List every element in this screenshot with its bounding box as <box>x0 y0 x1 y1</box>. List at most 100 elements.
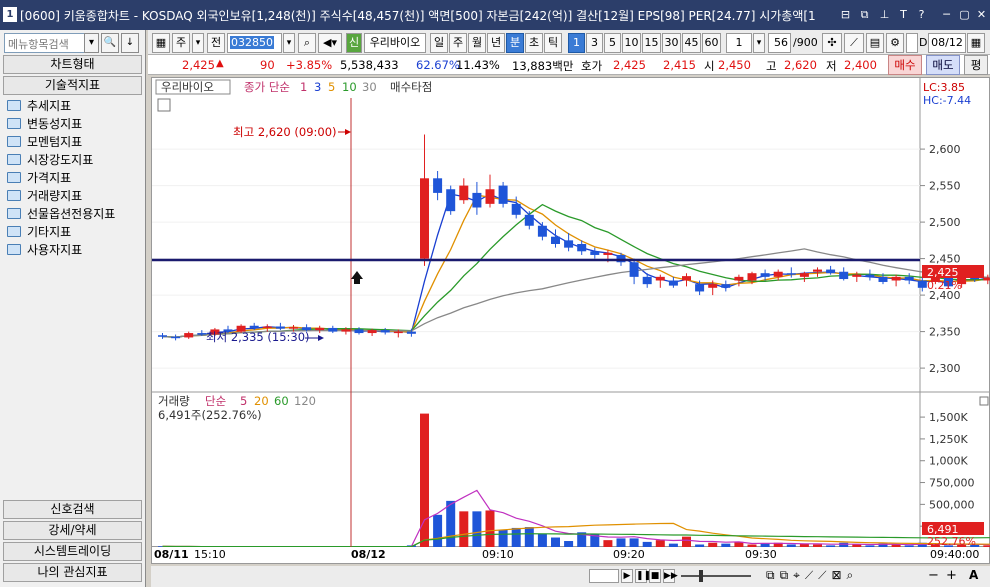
buy-button[interactable]: 매수 <box>888 55 922 75</box>
tab-tick[interactable]: 틱 <box>544 33 562 53</box>
chart-type-header[interactable]: 차트형태 <box>3 55 142 74</box>
price-legend-name[interactable]: 우리바이오 <box>161 80 214 94</box>
time-label-4: 09:30 <box>745 548 777 561</box>
trade-amount: 13,883백만 <box>512 59 574 73</box>
ma-5-legend[interactable]: 5 <box>328 80 335 94</box>
window-toolbar-button-2[interactable]: ⧉ <box>857 7 872 22</box>
minute-option-5[interactable]: 5 <box>604 33 621 53</box>
candle-body <box>472 192 482 208</box>
tab-year[interactable]: 년 <box>487 33 505 53</box>
period-unit-dropdown-icon[interactable]: ▾ <box>192 33 204 53</box>
font-icon[interactable]: A <box>969 568 978 582</box>
scroll-track[interactable] <box>589 569 619 583</box>
pin-icon[interactable]: ⊥ <box>877 7 892 22</box>
tab-week[interactable]: 주 <box>449 33 467 53</box>
minimize-button[interactable]: ─ <box>939 7 954 22</box>
maximize-button[interactable]: ▢ <box>957 7 972 22</box>
candle-body <box>380 330 390 333</box>
date-input[interactable]: 08/12 <box>928 33 966 53</box>
close-button[interactable]: ✕ <box>974 7 989 22</box>
vma-5-legend[interactable]: 5 <box>240 394 247 408</box>
minute-option-3[interactable]: 3 <box>586 33 603 53</box>
panel-settings-icon[interactable] <box>157 98 171 112</box>
chart-svg[interactable]: 2,3002,3502,4002,4502,5002,5502,600 250,… <box>152 78 990 548</box>
period-unit-select[interactable]: 주 <box>172 33 190 53</box>
price-legend-ma-label[interactable]: 종가 단순 <box>244 80 290 94</box>
layout-icon[interactable]: ▦ <box>152 33 170 53</box>
save-icon[interactable]: ▤ <box>866 33 884 53</box>
play-icon[interactable]: ▶ <box>621 569 633 583</box>
tree-item-futures-options[interactable]: 선물옵션전용지표 <box>3 204 142 222</box>
minute-option-15[interactable]: 15 <box>642 33 661 53</box>
tree-item-other[interactable]: 기타지표 <box>3 222 142 240</box>
stop-icon[interactable]: ■ <box>649 569 661 583</box>
calendar-icon[interactable]: ▦ <box>967 33 985 53</box>
minute-option-30[interactable]: 30 <box>662 33 681 53</box>
tree-item-market-strength[interactable]: 시장강도지표 <box>3 150 142 168</box>
font-size-button[interactable]: T <box>896 7 911 22</box>
stock-code-input[interactable]: 032850 <box>227 33 282 53</box>
zoom-out-icon[interactable]: − <box>928 568 939 583</box>
ma-30-legend[interactable]: 30 <box>362 80 377 94</box>
technical-indicators-header[interactable]: 기술적지표 <box>3 76 142 95</box>
zoom-slider-track[interactable] <box>681 575 751 577</box>
vma-120-legend[interactable]: 120 <box>294 394 316 408</box>
my-indicators-button[interactable]: 나의 관심지표 <box>3 563 142 582</box>
tab-month[interactable]: 월 <box>468 33 486 53</box>
prev-button[interactable]: 전 <box>207 33 225 53</box>
chart-area[interactable]: 2,3002,3502,4002,4502,5002,5502,600 250,… <box>151 77 990 548</box>
tree-item-volume[interactable]: 거래량지표 <box>3 186 142 204</box>
multiplier-dropdown-icon[interactable]: ▾ <box>753 33 765 53</box>
minute-option-60[interactable]: 60 <box>702 33 721 53</box>
tree-item-volatility[interactable]: 변동성지표 <box>3 114 142 132</box>
price-ma-lines <box>162 193 990 338</box>
search-icon[interactable]: 🔍 <box>101 33 119 53</box>
strength-weakness-button[interactable]: 강세/약세 <box>3 521 142 540</box>
minute-option-10[interactable]: 10 <box>622 33 641 53</box>
fast-forward-icon[interactable]: ▶▶ <box>663 569 678 583</box>
multiplier-select[interactable]: 1 <box>726 33 752 53</box>
ma-3-legend[interactable]: 3 <box>314 80 321 94</box>
volume-legend-name[interactable]: 거래량 <box>158 394 190 408</box>
zoom-slider-handle[interactable] <box>699 570 703 582</box>
ma-10-legend[interactable]: 10 <box>342 80 357 94</box>
search-icon[interactable]: ⌕ <box>298 33 316 53</box>
help-button[interactable]: ? <box>914 7 929 22</box>
drawing-tool-icon[interactable]: ⟋ <box>844 33 864 53</box>
crosshair-icon[interactable]: ✣ <box>822 33 842 53</box>
tree-item-trend[interactable]: 추세지표 <box>3 96 142 114</box>
signal-search-button[interactable]: 신호검색 <box>3 500 142 519</box>
tab-day[interactable]: 일 <box>430 33 448 53</box>
search-dropdown-icon[interactable]: ▾ <box>84 33 99 53</box>
vma-60-legend[interactable]: 60 <box>274 394 289 408</box>
code-dropdown-icon[interactable]: ▾ <box>283 33 295 53</box>
minute-option-45[interactable]: 45 <box>682 33 701 53</box>
minute-option-1[interactable]: 1 <box>568 33 585 53</box>
sort-down-icon[interactable]: ↓ <box>121 33 139 53</box>
volume-bar <box>420 413 429 548</box>
chart-tool-icons[interactable]: ⧉⧉⌖⟋⟋⊠⌕ <box>766 568 858 583</box>
tab-second[interactable]: 초 <box>525 33 543 53</box>
tree-item-price[interactable]: 가격지표 <box>3 168 142 186</box>
sell-button[interactable]: 매도 <box>926 55 960 75</box>
buy-point-legend[interactable]: 매수타점 <box>390 80 432 94</box>
stock-name-field[interactable]: 우리바이오 <box>364 33 426 53</box>
pause-icon[interactable]: ❚❚ <box>635 569 651 583</box>
gear-icon[interactable]: ⚙ <box>886 33 904 53</box>
current-price: 2,425 <box>182 58 215 72</box>
date-checkbox[interactable] <box>906 33 918 53</box>
evaluation-button[interactable]: 평 <box>964 55 988 75</box>
folder-icon <box>7 207 21 219</box>
zoom-in-icon[interactable]: + <box>946 568 957 583</box>
volume-legend-ma-label[interactable]: 단순 <box>205 394 226 408</box>
tab-minute[interactable]: 분 <box>506 33 524 53</box>
window-toolbar-button-1[interactable]: ⊟ <box>838 7 853 22</box>
display-count-input[interactable]: 56 <box>768 33 791 53</box>
speaker-icon[interactable]: ◀▾ <box>318 33 342 53</box>
vma-20-legend[interactable]: 20 <box>254 394 269 408</box>
volume-panel-close-icon[interactable] <box>979 396 989 406</box>
tree-item-user[interactable]: 사용자지표 <box>3 240 142 258</box>
tree-item-momentum[interactable]: 모멘텀지표 <box>3 132 142 150</box>
ma-1-legend[interactable]: 1 <box>300 80 307 94</box>
system-trading-button[interactable]: 시스템트레이딩 <box>3 542 142 561</box>
